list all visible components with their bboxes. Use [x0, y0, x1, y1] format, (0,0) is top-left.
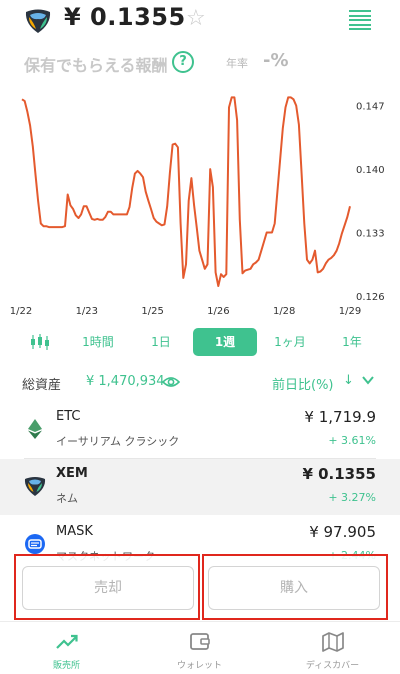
price-line	[21, 96, 351, 287]
x-tick-label: 1/29	[339, 306, 361, 317]
chevron-down-icon[interactable]	[361, 373, 375, 391]
buy-button[interactable]: 購入	[208, 566, 380, 610]
coin-price: ¥ 1,719.9	[304, 408, 376, 426]
etc-icon	[28, 419, 42, 439]
x-tick-label: 1/26	[207, 306, 229, 317]
y-tick-label: 0.126	[356, 292, 385, 303]
sort-change-label[interactable]: 前日比(%)	[272, 374, 334, 393]
coin-change: + 3.61%	[328, 434, 376, 447]
chart-trend-icon	[56, 634, 78, 649]
map-icon	[322, 632, 344, 652]
nav-label: 販売所	[52, 661, 80, 671]
nav-discover[interactable]: ディスカバー	[266, 622, 399, 674]
mask-icon	[25, 534, 45, 554]
x-tick-label: 1/25	[141, 306, 163, 317]
eye-icon[interactable]	[162, 375, 180, 389]
coin-symbol: MASK	[56, 524, 93, 539]
x-tick-label: 1/28	[273, 306, 295, 317]
star-icon[interactable]: ☆	[186, 6, 206, 31]
total-assets-value: ¥ 1,470,934	[86, 374, 165, 389]
range-tabs: 1時間 1日 1週 1ヶ月 1年	[0, 326, 400, 358]
xem-icon	[24, 477, 46, 496]
coin-change: + 3.27%	[328, 491, 376, 504]
candlestick-icon[interactable]	[30, 333, 50, 351]
y-tick-label: 0.140	[356, 165, 385, 176]
question-icon[interactable]: ?	[172, 51, 194, 73]
staking-reward-row: 保有でもらえる報酬 ? 年率 -%	[24, 50, 384, 76]
header: ¥ 0.1355 ☆	[0, 0, 400, 42]
reward-label: 保有でもらえる報酬	[24, 56, 168, 75]
bottom-nav: 販売所 ウォレット ディスカバー	[0, 621, 400, 674]
wallet-icon	[190, 633, 210, 650]
current-price: ¥ 0.1355	[64, 3, 186, 31]
nav-label: ウォレット	[176, 661, 222, 671]
rate-value: -%	[263, 50, 289, 71]
coin-symbol: XEM	[56, 466, 88, 481]
y-tick-label: 0.133	[356, 229, 385, 240]
tab-1-day[interactable]: 1日	[145, 328, 177, 356]
total-assets-row: 総資産 ¥ 1,470,934 前日比(%) ↓	[0, 372, 400, 394]
tab-1-hour[interactable]: 1時間	[78, 328, 118, 356]
x-tick-label: 1/23	[76, 306, 98, 317]
tab-1-week[interactable]: 1週	[193, 328, 257, 356]
arrow-down-icon[interactable]: ↓	[343, 373, 354, 388]
coin-row-xem[interactable]: XEM ネム ¥ 0.1355 + 3.27%	[0, 459, 400, 515]
rate-label: 年率	[226, 57, 248, 70]
price-chart[interactable]: 0.147 0.140 0.133 0.126 1/22 1/23 1/25 1/26 1/28…	[0, 86, 400, 320]
nav-wallet[interactable]: ウォレット	[133, 622, 266, 674]
total-assets-label: 総資産	[22, 378, 62, 393]
xem-logo-icon	[25, 9, 51, 33]
coin-price: ¥ 97.905	[309, 523, 376, 541]
tab-1-month[interactable]: 1ヶ月	[266, 328, 314, 356]
trade-action-bar: 売却 購入	[0, 554, 400, 620]
coin-symbol: ETC	[56, 409, 81, 424]
coin-name: ネム	[56, 492, 78, 505]
nav-exchange[interactable]: 販売所	[0, 622, 133, 674]
tab-1-year[interactable]: 1年	[336, 328, 368, 356]
x-tick-label: 1/22	[10, 306, 32, 317]
sell-button[interactable]: 売却	[22, 566, 194, 610]
coin-name: イーサリアム クラシック	[56, 435, 180, 448]
coin-row-etc[interactable]: ETC イーサリアム クラシック ¥ 1,719.9 + 3.61%	[0, 402, 400, 458]
coin-price: ¥ 0.1355	[302, 465, 376, 483]
nav-label: ディスカバー	[305, 661, 360, 671]
list-icon[interactable]	[349, 10, 371, 30]
y-tick-label: 0.147	[356, 102, 385, 113]
